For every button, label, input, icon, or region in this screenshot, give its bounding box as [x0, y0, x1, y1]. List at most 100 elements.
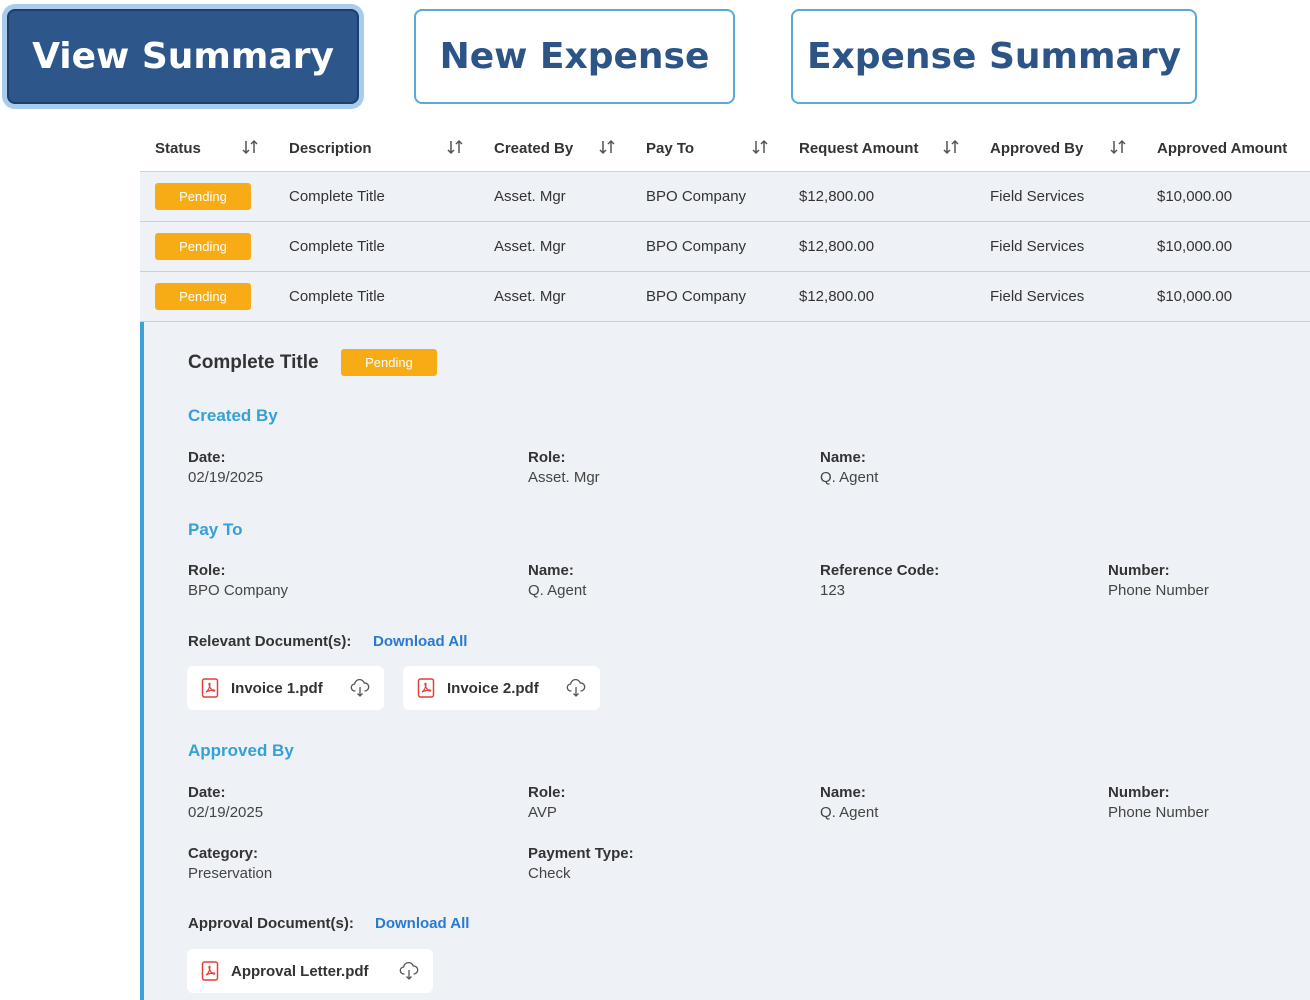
table-row[interactable]: Pending Complete Title Asset. Mgr BPO Co… [140, 172, 1310, 222]
approved-number-field: Number: Phone Number [1108, 784, 1209, 821]
sort-icon[interactable] [598, 138, 616, 156]
field-value: Phone Number [1108, 804, 1209, 821]
cell-created-by: Asset. Mgr [494, 188, 566, 205]
field-value: AVP [528, 804, 557, 821]
header-request-amount[interactable]: Request Amount [799, 124, 918, 172]
file-card-approval-letter[interactable]: Approval Letter.pdf [187, 949, 433, 993]
header-created-by[interactable]: Created By [494, 124, 573, 172]
field-value: 02/19/2025 [188, 804, 264, 821]
table-row[interactable]: Pending Complete Title Asset. Mgr BPO Co… [140, 222, 1310, 272]
created-date-field: Date: 02/19/2025 [188, 449, 263, 486]
view-summary-button[interactable]: View Summary [7, 9, 359, 104]
expense-table: Status Description Created By Pay To Req… [140, 124, 1310, 322]
cell-request-amount: $12,800.00 [799, 238, 875, 255]
sort-icon[interactable] [751, 138, 769, 156]
sort-icon[interactable] [241, 138, 259, 156]
field-value: BPO Company [188, 582, 289, 599]
sort-icon[interactable] [942, 138, 960, 156]
category-field: Category: Preservation [188, 845, 272, 882]
file-card-invoice-1[interactable]: Invoice 1.pdf [187, 666, 384, 710]
header-status[interactable]: Status [155, 124, 201, 172]
new-expense-button[interactable]: New Expense [414, 9, 735, 104]
field-label: Payment Type: [528, 845, 634, 862]
expense-summary-button[interactable]: Expense Summary [791, 9, 1197, 104]
payment-type-field: Payment Type: Check [528, 845, 634, 882]
pdf-icon [417, 678, 435, 698]
cell-created-by: Asset. Mgr [494, 288, 566, 305]
approved-by-heading: Approved By [188, 741, 294, 760]
expense-summary-label: Expense Summary [806, 36, 1182, 77]
field-value: Q. Agent [820, 804, 879, 821]
cell-approved-by: Field Services [990, 288, 1085, 305]
download-all-approval-link[interactable]: Download All [375, 915, 469, 932]
new-expense-label: New Expense [439, 36, 710, 77]
header-approved-by[interactable]: Approved By [990, 124, 1083, 172]
cell-pay-to: BPO Company [646, 238, 747, 255]
payto-reference-field: Reference Code: 123 [820, 562, 939, 599]
field-label: Number: [1108, 784, 1170, 801]
created-name-field: Name: Q. Agent [820, 449, 878, 486]
pdf-icon [201, 961, 219, 981]
status-badge: Pending [155, 233, 251, 260]
sort-icon[interactable] [1109, 138, 1127, 156]
field-value: Q. Agent [820, 469, 879, 486]
detail-title: Complete Title [188, 352, 319, 373]
cell-approved-amount: $10,000.00 [1157, 188, 1233, 205]
cell-request-amount: $12,800.00 [799, 188, 875, 205]
field-label: Date: [188, 449, 226, 466]
cell-created-by: Asset. Mgr [494, 238, 566, 255]
cloud-download-icon[interactable] [399, 962, 419, 980]
file-card-invoice-2[interactable]: Invoice 2.pdf [403, 666, 600, 710]
file-name: Approval Letter.pdf [231, 962, 369, 980]
sort-icon[interactable] [446, 138, 464, 156]
view-summary-label: View Summary [32, 36, 334, 77]
created-role-field: Role: Asset. Mgr [528, 449, 600, 486]
pdf-icon [201, 678, 219, 698]
table-header: Status Description Created By Pay To Req… [140, 124, 1310, 172]
cloud-download-icon[interactable] [566, 679, 586, 697]
field-value: Q. Agent [528, 582, 587, 599]
field-label: Number: [1108, 562, 1170, 579]
cell-approved-amount: $10,000.00 [1157, 238, 1233, 255]
field-value: 02/19/2025 [188, 469, 264, 486]
payto-name-field: Name: Q. Agent [528, 562, 586, 599]
field-label: Category: [188, 845, 259, 862]
field-value: Preservation [188, 865, 273, 882]
approved-role-field: Role: AVP [528, 784, 566, 821]
cloud-download-icon[interactable] [350, 679, 370, 697]
field-label: Role: [188, 562, 226, 579]
payto-role-field: Role: BPO Company [188, 562, 288, 599]
cell-pay-to: BPO Company [646, 288, 747, 305]
cell-description: Complete Title [289, 288, 385, 305]
download-all-relevant-link[interactable]: Download All [373, 633, 467, 650]
status-badge: Pending [155, 183, 251, 210]
cell-approved-by: Field Services [990, 188, 1085, 205]
created-by-heading: Created By [188, 406, 278, 425]
field-label: Name: [528, 562, 574, 579]
cell-approved-amount: $10,000.00 [1157, 288, 1233, 305]
approved-name-field: Name: Q. Agent [820, 784, 878, 821]
cell-approved-by: Field Services [990, 238, 1085, 255]
field-label: Date: [188, 784, 226, 801]
field-label: Name: [820, 784, 866, 801]
field-label: Role: [528, 784, 566, 801]
field-value: Check [528, 865, 571, 882]
detail-status-badge: Pending [341, 349, 437, 376]
header-description[interactable]: Description [289, 124, 372, 172]
table-row[interactable]: Pending Complete Title Asset. Mgr BPO Co… [140, 272, 1310, 322]
field-label: Name: [820, 449, 866, 466]
cell-request-amount: $12,800.00 [799, 288, 875, 305]
cell-description: Complete Title [289, 188, 385, 205]
field-label: Role: [528, 449, 566, 466]
field-value: 123 [820, 582, 846, 599]
approved-date-field: Date: 02/19/2025 [188, 784, 263, 821]
header-approved-amount[interactable]: Approved Amount [1157, 124, 1287, 172]
cell-pay-to: BPO Company [646, 188, 747, 205]
cell-description: Complete Title [289, 238, 385, 255]
pay-to-heading: Pay To [188, 520, 243, 539]
field-value: Asset. Mgr [528, 469, 600, 486]
header-pay-to[interactable]: Pay To [646, 124, 694, 172]
status-badge: Pending [155, 283, 251, 310]
payto-number-field: Number: Phone Number [1108, 562, 1209, 599]
relevant-documents-label: Relevant Document(s): [188, 633, 352, 650]
